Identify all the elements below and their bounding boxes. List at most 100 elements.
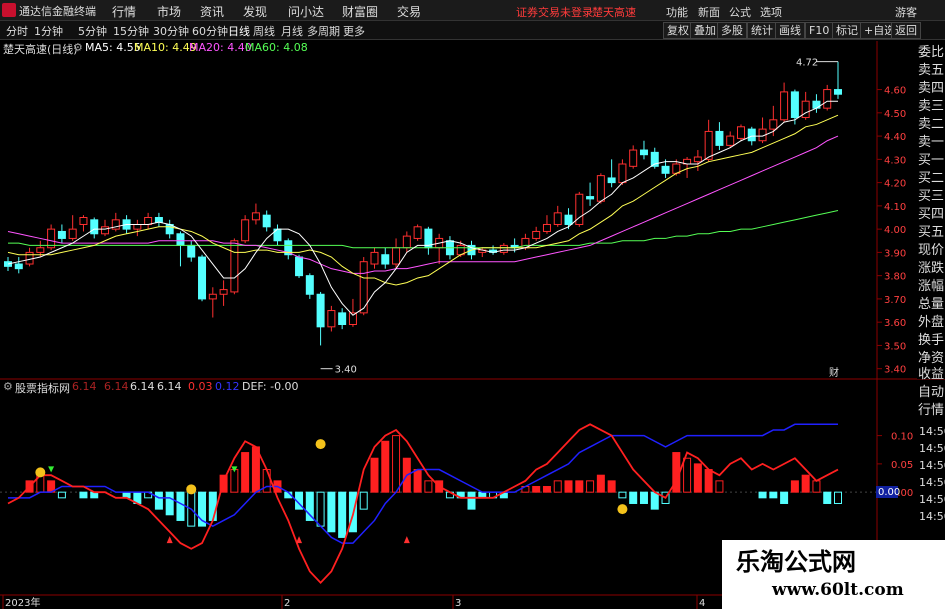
- ind-bar: [575, 480, 584, 493]
- ind-blue-line: [8, 423, 838, 544]
- ind-bar: [338, 491, 347, 538]
- candle-body: [133, 223, 142, 230]
- ind-v1: 6.14: [72, 380, 97, 393]
- ind-bar: [564, 480, 573, 493]
- candle-body: [413, 226, 422, 239]
- side-earnings: 收益: [918, 367, 945, 382]
- ma20-value: MA20: 4.40: [189, 41, 252, 54]
- ind-bar: [693, 463, 702, 493]
- side-turnover: 换手: [918, 333, 945, 348]
- ind-bar: [812, 480, 821, 493]
- smiley-icon: [617, 504, 628, 515]
- candle-body: [736, 126, 745, 139]
- chart-canvas[interactable]: 4.60 4.50 4.40 4.30 4.20 4.10 4.00 3.90 3.80 3.70…: [0, 0, 945, 609]
- candle-body: [90, 219, 99, 235]
- ind-bar: [790, 480, 799, 493]
- ind-bar: [262, 469, 271, 493]
- candle-body: [241, 219, 250, 242]
- side-change-pct: 涨幅: [918, 279, 945, 294]
- up-arrow-icon: [296, 536, 303, 544]
- high-annotation: 4.72: [796, 58, 818, 69]
- side-buy2: 买二: [918, 171, 945, 186]
- ind-v5: 0.03: [188, 380, 213, 393]
- candle-body: [607, 177, 616, 184]
- ind-bar: [639, 491, 648, 504]
- candle-body: [499, 244, 508, 253]
- candle-body: [198, 256, 207, 300]
- candle-body: [305, 275, 314, 295]
- date-label: 3: [455, 598, 461, 609]
- indicator-gear-icon[interactable]: ⚙: [3, 380, 13, 393]
- candle-body: [262, 214, 271, 228]
- side-netasset: 净资: [918, 351, 945, 366]
- ind-bar: [467, 491, 476, 510]
- ind-bar: [424, 480, 433, 493]
- ind-bar: [79, 491, 88, 499]
- date-label: 2023年: [5, 596, 40, 609]
- price-tick-label: 4.40: [884, 132, 906, 143]
- candle-body: [629, 149, 638, 167]
- ind-red-line: [7, 423, 839, 584]
- time-label: 14:50: [919, 510, 945, 523]
- ind-bar: [413, 469, 422, 493]
- candle-body: [25, 251, 34, 265]
- price-tick-label: 4.50: [884, 109, 906, 120]
- time-label: 14:50: [919, 459, 945, 472]
- candle-body: [208, 293, 217, 300]
- ma5-value: MA5: 4.55: [85, 41, 141, 54]
- candle-body: [532, 230, 541, 239]
- candle-body: [693, 156, 702, 163]
- low-annotation: 3.40: [335, 365, 357, 376]
- price-tick-label: 3.40: [884, 365, 906, 376]
- side-quote[interactable]: 行情: [918, 403, 944, 419]
- candle-body: [823, 89, 832, 109]
- candle-body: [101, 226, 110, 235]
- price-tick-label: 3.50: [884, 341, 906, 352]
- candle-body: [661, 165, 670, 174]
- side-buy5: 买五: [918, 225, 945, 240]
- ind-v2: 6.14: [104, 380, 129, 393]
- side-volume: 总量: [918, 297, 945, 312]
- ind-bar: [769, 491, 778, 499]
- candle-body: [79, 217, 88, 225]
- watermark: 乐淘公式网 www.60lt.com: [722, 540, 945, 609]
- price-tick-label: 4.00: [884, 225, 906, 236]
- ind-bar: [327, 491, 336, 533]
- ind-bar: [359, 491, 368, 510]
- ind-v4: 6.14: [157, 380, 182, 393]
- smiley-icon: [35, 467, 46, 478]
- ind-v3: 6.14: [130, 380, 155, 393]
- candle-body: [704, 130, 713, 160]
- ind-bar: [618, 491, 627, 499]
- candle-body: [834, 89, 842, 95]
- candle-body: [586, 196, 595, 200]
- indicator-name: 股票指标网: [15, 382, 70, 395]
- candle-body: [564, 214, 573, 225]
- ind-bar: [532, 486, 541, 493]
- side-auto[interactable]: 自动: [918, 385, 944, 401]
- time-ticks: 14:50 14:50 14:50 14:50 14:50 14:50: [919, 425, 945, 525]
- candle-body: [553, 212, 562, 225]
- ind-bar: [165, 491, 174, 516]
- candle-body: [596, 175, 605, 202]
- ind-bar: [629, 491, 638, 504]
- settings-gear-icon[interactable]: ⚙: [73, 41, 83, 54]
- ind-bar: [758, 491, 767, 499]
- price-tick-label: 3.90: [884, 248, 906, 259]
- smiley-icon: [186, 484, 197, 495]
- ind-v6: 0.12: [215, 380, 240, 393]
- ind-bar: [801, 474, 810, 493]
- ma20-line: [7, 135, 839, 274]
- ma60-line: [8, 210, 839, 249]
- candle-body: [801, 100, 810, 118]
- up-arrow-icon: [403, 536, 410, 544]
- candle-body: [715, 130, 724, 146]
- time-label: 14:50: [919, 442, 945, 455]
- time-label: 14:50: [919, 493, 945, 506]
- candle-body: [295, 256, 304, 277]
- price-tick-label: 3.60: [884, 318, 906, 329]
- ind-bar: [176, 491, 185, 521]
- price-tick-label: 4.20: [884, 179, 906, 190]
- ind-bar: [780, 491, 789, 504]
- stock-name: 楚天高速(日线): [3, 43, 78, 56]
